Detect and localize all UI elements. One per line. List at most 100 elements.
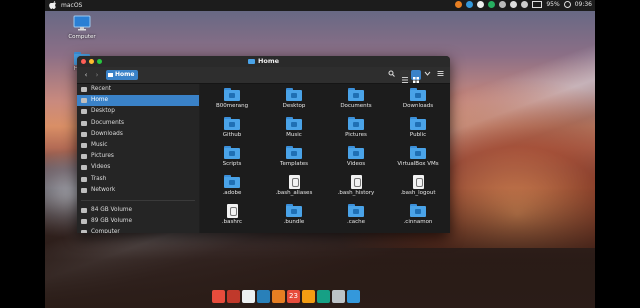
sidebar-item-desktop[interactable]: Desktop bbox=[77, 106, 199, 117]
sidebar-item-label: Pictures bbox=[91, 153, 114, 160]
folder-item[interactable]: B00merang bbox=[200, 88, 264, 109]
toolbar: ‹ › Home bbox=[77, 67, 450, 84]
folder-icon bbox=[348, 146, 364, 159]
file-item[interactable]: .bash_aliases bbox=[262, 175, 326, 196]
forward-button[interactable]: › bbox=[92, 70, 102, 80]
dock-app-2-icon[interactable] bbox=[227, 290, 240, 303]
file-label: .cinnamon bbox=[403, 219, 433, 225]
documents-icon bbox=[81, 120, 87, 126]
folder-icon bbox=[410, 117, 426, 130]
folder-item[interactable]: .cache bbox=[324, 204, 388, 225]
view-options-dropdown[interactable] bbox=[423, 70, 432, 80]
sidebar-item-label: Downloads bbox=[91, 130, 123, 137]
battery-icon[interactable] bbox=[532, 1, 543, 8]
tray-clipboard-icon[interactable] bbox=[477, 1, 485, 8]
battery-percent: 95% bbox=[546, 1, 560, 8]
menu-button[interactable] bbox=[435, 70, 445, 80]
text-file-icon bbox=[288, 175, 300, 189]
back-button[interactable]: ‹ bbox=[81, 70, 91, 80]
sidebar-item-label: Documents bbox=[91, 119, 125, 126]
dock-app-3-icon[interactable] bbox=[242, 290, 255, 303]
sidebar-item-trash[interactable]: Trash bbox=[77, 174, 199, 185]
pictures-icon bbox=[81, 154, 87, 160]
sidebar-item-recent[interactable]: Recent bbox=[77, 84, 199, 95]
tray-app-icon[interactable] bbox=[455, 1, 463, 8]
sidebar-item-videos[interactable]: Videos bbox=[77, 162, 199, 173]
music-icon bbox=[81, 142, 87, 148]
folder-item[interactable]: Music bbox=[262, 117, 326, 138]
file-item[interactable]: .bash_logout bbox=[386, 175, 450, 196]
sidebar-item-network[interactable]: Network bbox=[77, 185, 199, 196]
home-folder-icon bbox=[247, 58, 255, 64]
tray-keyboard-icon[interactable] bbox=[499, 1, 507, 8]
folder-icon bbox=[410, 204, 426, 217]
file-label: Scripts bbox=[222, 161, 242, 167]
desktop-icon bbox=[81, 109, 87, 115]
tray-status-icon[interactable] bbox=[488, 1, 496, 8]
file-view: B00merang Desktop Documents Downloads Github… bbox=[200, 84, 450, 233]
sidebar-item-label: Recent bbox=[91, 86, 112, 92]
file-label: .bash_history bbox=[337, 190, 375, 196]
volume-icon[interactable] bbox=[521, 1, 529, 8]
sidebar-item-pictures[interactable]: Pictures bbox=[77, 151, 199, 162]
tray-dropbox-icon[interactable] bbox=[466, 1, 474, 8]
folder-icon bbox=[410, 88, 426, 101]
folder-item[interactable]: Downloads bbox=[386, 88, 450, 109]
desktop-icon-computer[interactable]: Computer bbox=[62, 15, 102, 40]
folder-icon bbox=[224, 175, 240, 188]
sidebar-item-documents[interactable]: Documents bbox=[77, 118, 199, 129]
folder-item[interactable]: Templates bbox=[262, 146, 326, 167]
sidebar: Recent Home Desktop Documents Downloads Music… bbox=[77, 84, 199, 233]
folder-item[interactable]: VirtualBox VMs bbox=[386, 146, 450, 167]
sidebar-item-label: Videos bbox=[91, 164, 111, 171]
file-label: .cache bbox=[346, 219, 366, 225]
breadcrumb-home[interactable]: Home bbox=[106, 70, 139, 80]
sidebar-item-home[interactable]: Home bbox=[77, 95, 199, 107]
folder-icon bbox=[224, 117, 240, 130]
folder-item[interactable]: Github bbox=[200, 117, 264, 138]
sidebar-item-downloads[interactable]: Downloads bbox=[77, 129, 199, 140]
folder-item[interactable]: .bundle bbox=[262, 204, 326, 225]
clock-time[interactable]: 09:36 bbox=[575, 1, 592, 8]
chevron-down-icon bbox=[424, 71, 431, 76]
grid-view-button[interactable] bbox=[411, 70, 421, 83]
folder-item[interactable]: Desktop bbox=[262, 88, 326, 109]
sidebar-item-volume[interactable]: 84 GB Volume bbox=[77, 205, 199, 216]
folder-item[interactable]: Pictures bbox=[324, 117, 388, 138]
sidebar-item-music[interactable]: Music bbox=[77, 140, 199, 151]
sidebar-item-volume[interactable]: 89 GB Volume bbox=[77, 216, 199, 227]
dock-calendar-icon[interactable]: 23 bbox=[287, 290, 300, 303]
search-button[interactable] bbox=[386, 70, 396, 80]
wifi-icon[interactable] bbox=[510, 1, 518, 8]
folder-item[interactable]: .adobe bbox=[200, 175, 264, 196]
file-label: VirtualBox VMs bbox=[397, 161, 439, 167]
folder-item[interactable]: Documents bbox=[324, 88, 388, 109]
file-label: Github bbox=[222, 132, 242, 138]
titlebar[interactable]: Home bbox=[77, 56, 450, 67]
sidebar-item-volume[interactable]: Computer bbox=[77, 227, 199, 233]
hamburger-icon bbox=[437, 71, 443, 76]
file-item[interactable]: .bashrc bbox=[200, 204, 264, 225]
dock-app-5-icon[interactable] bbox=[272, 290, 285, 303]
apple-icon[interactable] bbox=[49, 1, 56, 9]
file-item[interactable]: .bash_history bbox=[324, 175, 388, 196]
sidebar-item-label: Desktop bbox=[91, 108, 115, 115]
folder-item[interactable]: Public bbox=[386, 117, 450, 138]
desktop-icon-label: Computer bbox=[68, 34, 96, 40]
dock-app-10-icon[interactable] bbox=[347, 290, 360, 303]
list-view-button[interactable] bbox=[400, 70, 410, 83]
folder-icon bbox=[286, 146, 302, 159]
dock-app-1-icon[interactable] bbox=[212, 290, 225, 303]
folder-item[interactable]: Videos bbox=[324, 146, 388, 167]
dock-app-7-icon[interactable] bbox=[302, 290, 315, 303]
dock-app-4-icon[interactable] bbox=[257, 290, 270, 303]
network-icon bbox=[81, 187, 87, 193]
file-label: .adobe bbox=[222, 190, 242, 196]
folder-item[interactable]: Scripts bbox=[200, 146, 264, 167]
app-name[interactable]: macOS bbox=[61, 2, 82, 9]
folder-item[interactable]: .cinnamon bbox=[386, 204, 450, 225]
dock-app-9-icon[interactable] bbox=[332, 290, 345, 303]
clock-icon bbox=[81, 87, 87, 92]
videos-icon bbox=[81, 165, 87, 171]
dock-app-8-icon[interactable] bbox=[317, 290, 330, 303]
